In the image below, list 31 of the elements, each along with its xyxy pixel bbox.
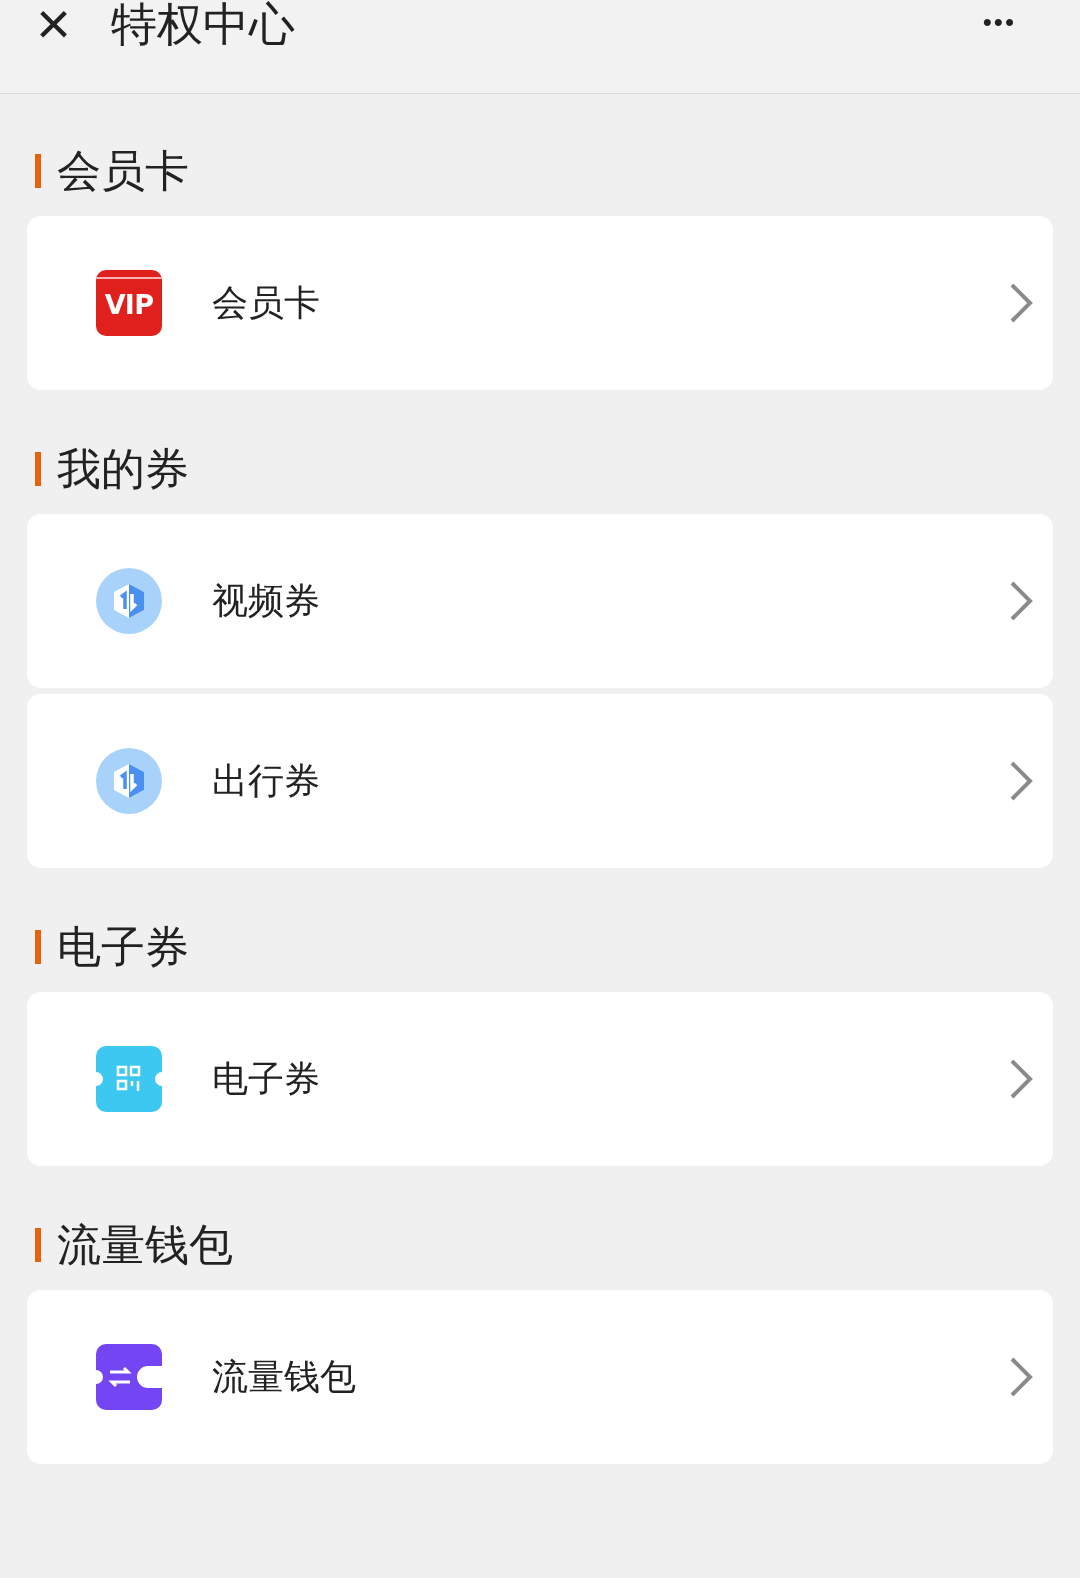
item-label: 电子券 — [212, 1057, 321, 1101]
coupon-icon — [96, 748, 162, 814]
list-card[interactable]: 视频券 — [27, 514, 1053, 688]
vip-card-icon: VIP — [96, 270, 162, 336]
section-title: 会员卡 — [57, 144, 189, 198]
section-marker — [35, 452, 41, 486]
more-button[interactable]: ••• — [982, 0, 1016, 44]
section-title: 电子券 — [57, 920, 189, 974]
wallet-icon — [96, 1344, 162, 1410]
chevron-right-icon — [1009, 760, 1033, 802]
section-title: 流量钱包 — [57, 1218, 233, 1272]
coupon-icon — [96, 568, 162, 634]
list-card[interactable]: VIP 会员卡 — [27, 216, 1053, 390]
close-button[interactable]: × — [36, 0, 72, 48]
item-label: 出行券 — [212, 759, 321, 803]
item-label: 流量钱包 — [212, 1355, 357, 1399]
item-label: 会员卡 — [212, 281, 321, 325]
section-marker — [35, 154, 41, 188]
item-label: 视频券 — [212, 579, 321, 623]
page-title: 特权中心 — [111, 0, 297, 48]
list-card[interactable]: 流量钱包 — [27, 1290, 1053, 1464]
chevron-right-icon — [1009, 580, 1033, 622]
chevron-right-icon — [1009, 1058, 1033, 1100]
chevron-right-icon — [1009, 1356, 1033, 1398]
section-marker — [35, 1228, 41, 1262]
ticket-icon — [96, 1046, 162, 1112]
list-card[interactable]: 电子券 — [27, 992, 1053, 1166]
section-marker — [35, 930, 41, 964]
list-card[interactable]: 出行券 — [27, 694, 1053, 868]
chevron-right-icon — [1009, 282, 1033, 324]
section-title: 我的券 — [57, 442, 189, 496]
